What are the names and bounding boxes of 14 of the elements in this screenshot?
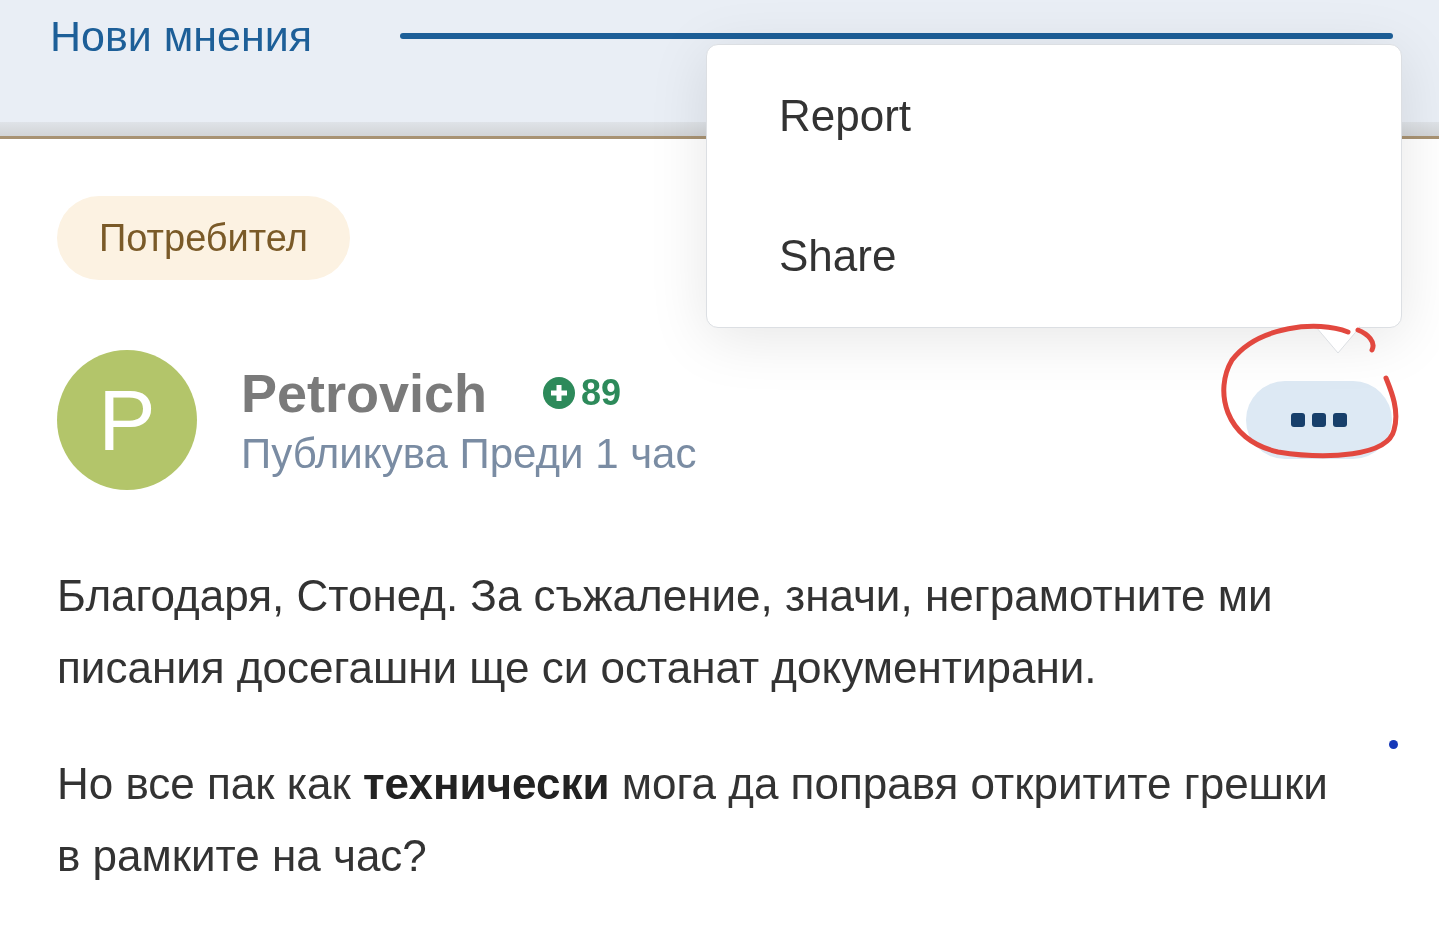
author-name[interactable]: Petrovich [241, 362, 488, 424]
ellipsis-icon [1291, 412, 1347, 428]
avatar: P [57, 350, 197, 490]
plus-icon [543, 377, 576, 409]
tab[interactable]: Нови мнения [50, 12, 313, 61]
reputation-count: 89 [581, 372, 622, 414]
indicator-dot [1389, 740, 1398, 749]
post-time: Публикува Преди 1 час [241, 430, 697, 478]
menu-item[interactable]: Report [707, 46, 1401, 186]
post-paragraph: Благодаря, Стонед. За съжаление, значи, неграмотните ми писания досегашни ще си останат документирани. [57, 570, 1274, 694]
role-badge: Потребител [57, 196, 350, 280]
more-button[interactable] [1246, 381, 1392, 459]
post-paragraph: Но все пак как технически мога да поправя откритите грешки в рамките на час? [57, 758, 1329, 882]
menu-item[interactable]: Share [707, 186, 1401, 326]
